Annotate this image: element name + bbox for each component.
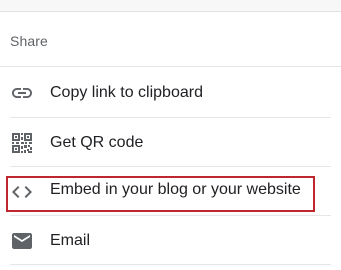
embed-item[interactable]: Embed in your blog or your website	[0, 167, 341, 216]
code-icon	[10, 180, 34, 204]
header-divider	[0, 66, 341, 67]
divider	[10, 264, 331, 265]
email-icon	[10, 229, 34, 253]
embed-label: Embed in your blog or your website	[50, 181, 301, 198]
email-item[interactable]: Email	[0, 216, 341, 265]
get-qr-code-label: Get QR code	[50, 133, 144, 151]
share-panel: Share Copy link to clipboard Get QR code…	[0, 0, 341, 270]
email-label: Email	[50, 231, 91, 249]
copy-link-item[interactable]: Copy link to clipboard	[0, 68, 341, 117]
link-icon	[10, 81, 34, 105]
top-strip	[0, 0, 341, 12]
qr-code-icon	[10, 131, 34, 155]
copy-link-label: Copy link to clipboard	[50, 83, 203, 101]
get-qr-code-item[interactable]: Get QR code	[0, 118, 341, 167]
share-header: Share	[10, 33, 48, 49]
